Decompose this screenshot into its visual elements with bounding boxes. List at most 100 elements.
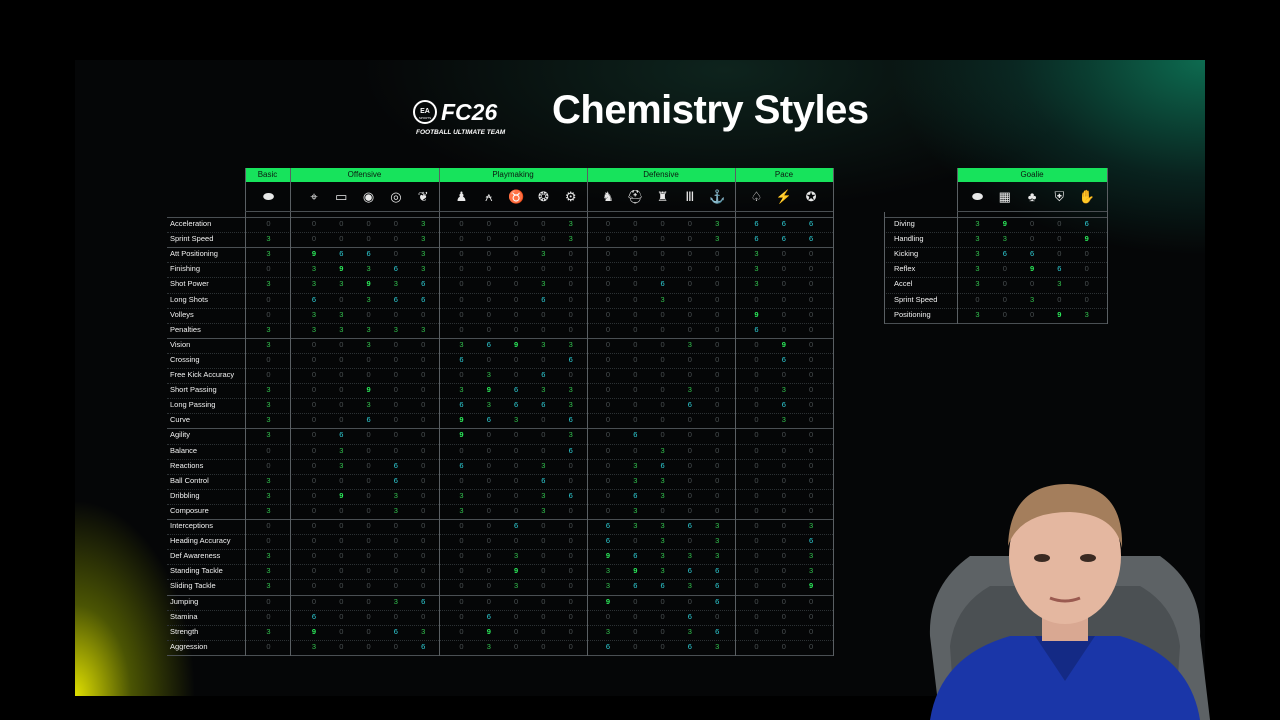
value-cell: 0	[266, 641, 271, 651]
value-cell: 0	[605, 370, 611, 379]
value-cell: 0	[366, 460, 371, 470]
value-cell: 3	[266, 475, 271, 485]
value-cell: 3	[568, 234, 573, 244]
value-cell: 0	[633, 626, 638, 636]
value-cell: 0	[568, 475, 573, 485]
row-divider	[167, 609, 833, 611]
goalie-value-cell: 0	[1030, 309, 1035, 319]
value-cell: 0	[366, 551, 371, 561]
value-cell: 0	[754, 370, 759, 379]
value-cell: 0	[514, 505, 519, 515]
attr-label: Sliding Tackle	[170, 581, 216, 591]
value-cell: 0	[754, 400, 759, 410]
value-cell: 0	[541, 566, 546, 576]
section-divider	[884, 217, 1107, 218]
value-cell: 0	[366, 475, 371, 485]
value-cell: 3	[754, 279, 759, 289]
goalie-value-cell: 3	[975, 279, 980, 289]
value-cell: 0	[754, 566, 759, 576]
value-cell: 3	[541, 460, 546, 470]
value-cell: 0	[311, 490, 317, 500]
row-divider	[167, 458, 833, 460]
value-cell: 0	[809, 279, 814, 289]
value-cell: 3	[339, 445, 344, 455]
value-cell: 0	[459, 581, 464, 591]
goalie-value-cell: 9	[1002, 219, 1007, 228]
value-cell: 6	[781, 234, 786, 244]
value-cell: 0	[459, 324, 464, 334]
value-cell: 0	[568, 505, 573, 515]
value-cell: 0	[459, 626, 464, 636]
goalie-attr-label: Handling	[894, 234, 924, 244]
value-cell: 6	[541, 370, 546, 379]
value-cell: 3	[809, 521, 814, 530]
value-cell: 0	[660, 219, 665, 228]
value-cell: 6	[421, 596, 426, 606]
value-cell: 9	[459, 415, 464, 425]
goalie-value-cell: 0	[1030, 219, 1035, 228]
value-cell: 0	[781, 626, 786, 636]
value-cell: 0	[366, 309, 371, 319]
value-cell: 0	[366, 626, 371, 636]
value-cell: 0	[754, 445, 759, 455]
value-cell: 0	[514, 249, 519, 259]
value-cell: 3	[660, 294, 665, 304]
value-cell: 0	[339, 611, 344, 621]
value-cell: 0	[605, 219, 611, 228]
value-cell: 0	[660, 415, 665, 425]
value-cell: 3	[266, 551, 271, 561]
value-cell: 3	[266, 279, 271, 289]
value-cell: 6	[754, 234, 759, 244]
value-cell: 6	[633, 581, 638, 591]
value-cell: 0	[660, 385, 665, 395]
value-cell: 0	[541, 430, 546, 440]
value-cell: 3	[568, 400, 573, 410]
value-cell: 6	[393, 626, 398, 636]
value-cell: 0	[754, 339, 759, 349]
goalie-value-cell: 0	[975, 294, 980, 304]
value-cell: 0	[459, 536, 464, 546]
goalie-value-cell: 0	[1057, 249, 1062, 259]
value-cell: 6	[633, 430, 638, 440]
group-header-playmaking: Playmaking	[439, 168, 587, 182]
value-cell: 0	[568, 294, 573, 304]
value-cell: 0	[605, 505, 611, 515]
value-cell: 6	[514, 385, 519, 395]
attr-label: Shot Power	[170, 279, 209, 289]
attr-label: Sprint Speed	[170, 234, 214, 244]
value-cell: 0	[660, 641, 665, 651]
attr-label: Def Awareness	[170, 551, 221, 561]
bull-icon: ♉	[508, 189, 525, 204]
row-divider	[884, 307, 1107, 309]
value-cell: 3	[687, 551, 692, 561]
value-cell: 6	[605, 536, 611, 546]
value-cell: 0	[459, 521, 464, 530]
value-cell: 0	[754, 505, 759, 515]
value-cell: 0	[687, 234, 692, 244]
value-cell: 0	[781, 641, 786, 651]
lightning-icon: ⚡	[775, 189, 792, 204]
value-cell: 0	[486, 551, 491, 561]
goalie-value-cell: 9	[1030, 264, 1035, 274]
value-cell: 3	[311, 264, 317, 274]
section-divider	[167, 519, 833, 520]
value-cell: 0	[339, 581, 344, 591]
value-cell: 6	[541, 294, 546, 304]
value-cell: 0	[366, 430, 371, 440]
value-cell: 0	[633, 264, 638, 274]
value-cell: 0	[459, 249, 464, 259]
attr-label: Volleys	[170, 309, 194, 319]
goalie-value-cell: 9	[1084, 234, 1089, 244]
value-cell: 0	[421, 339, 426, 349]
goalie-value-cell: 3	[1084, 309, 1089, 319]
value-cell: 0	[486, 219, 491, 228]
value-cell: 0	[486, 354, 491, 364]
boot-icon: ⬬	[971, 189, 984, 204]
value-cell: 3	[311, 324, 317, 334]
goalie-value-cell: 3	[975, 219, 980, 228]
value-cell: 3	[781, 385, 786, 395]
value-cell: 0	[366, 536, 371, 546]
value-cell: 0	[633, 400, 638, 410]
value-cell: 0	[633, 445, 638, 455]
value-cell: 6	[660, 581, 665, 591]
